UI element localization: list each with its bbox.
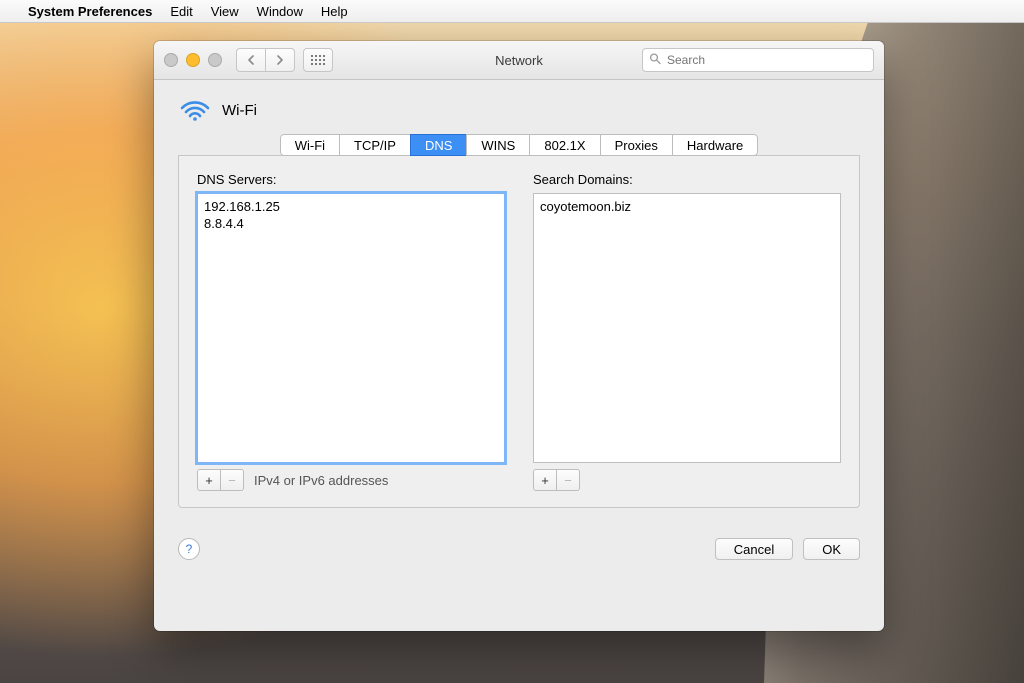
tab-proxies[interactable]: Proxies bbox=[600, 134, 672, 156]
search-wrap bbox=[642, 48, 874, 72]
tab-panel-dns: DNS Servers: 192.168.1.25 8.8.4.4 + − IP… bbox=[178, 155, 860, 508]
minus-icon: − bbox=[564, 473, 572, 488]
traffic-lights bbox=[164, 53, 222, 67]
add-dns-server-button[interactable]: + bbox=[197, 469, 221, 491]
tab-dns[interactable]: DNS bbox=[410, 134, 466, 156]
menubar-item-window[interactable]: Window bbox=[257, 4, 303, 19]
show-all-button[interactable] bbox=[303, 48, 333, 72]
interface-header: Wi-Fi bbox=[178, 98, 860, 134]
window-titlebar: Network bbox=[154, 41, 884, 80]
menubar-app-name[interactable]: System Preferences bbox=[28, 4, 152, 19]
list-item[interactable]: coyotemoon.biz bbox=[540, 198, 834, 215]
tab-tcpip[interactable]: TCP/IP bbox=[339, 134, 410, 156]
dns-servers-column: DNS Servers: 192.168.1.25 8.8.4.4 + − IP… bbox=[197, 172, 505, 491]
menubar-item-edit[interactable]: Edit bbox=[170, 4, 192, 19]
list-item[interactable]: 8.8.4.4 bbox=[204, 215, 498, 232]
window-zoom-button[interactable] bbox=[208, 53, 222, 67]
window-network: Network Wi-Fi Wi-Fi TCP/IP bbox=[154, 41, 884, 631]
cancel-button[interactable]: Cancel bbox=[715, 538, 793, 560]
plus-icon: + bbox=[541, 473, 549, 488]
remove-search-domain-button[interactable]: − bbox=[557, 469, 580, 491]
tabbar: Wi-Fi TCP/IP DNS WINS 802.1X Proxies Har… bbox=[178, 134, 860, 156]
menubar: System Preferences Edit View Window Help bbox=[0, 0, 1024, 23]
help-icon: ? bbox=[186, 542, 193, 556]
dns-servers-label: DNS Servers: bbox=[197, 172, 505, 187]
window-minimize-button[interactable] bbox=[186, 53, 200, 67]
interface-name: Wi-Fi bbox=[222, 102, 257, 119]
tab-wins[interactable]: WINS bbox=[466, 134, 529, 156]
window-close-button[interactable] bbox=[164, 53, 178, 67]
forward-button[interactable] bbox=[265, 48, 295, 72]
plus-icon: + bbox=[205, 473, 213, 488]
wifi-icon bbox=[180, 98, 210, 122]
list-item[interactable]: 192.168.1.25 bbox=[204, 198, 498, 215]
search-domains-list[interactable]: coyotemoon.biz bbox=[533, 193, 841, 463]
window-footer: ? Cancel OK bbox=[154, 524, 884, 560]
remove-dns-server-button[interactable]: − bbox=[221, 469, 244, 491]
menubar-item-view[interactable]: View bbox=[211, 4, 239, 19]
ok-button[interactable]: OK bbox=[803, 538, 860, 560]
help-button[interactable]: ? bbox=[178, 538, 200, 560]
add-search-domain-button[interactable]: + bbox=[533, 469, 557, 491]
tab-8021x[interactable]: 802.1X bbox=[529, 134, 599, 156]
tab-wifi[interactable]: Wi-Fi bbox=[280, 134, 339, 156]
search-domains-label: Search Domains: bbox=[533, 172, 841, 187]
toolbar-nav bbox=[236, 48, 295, 72]
tab-hardware[interactable]: Hardware bbox=[672, 134, 758, 156]
dns-servers-list[interactable]: 192.168.1.25 8.8.4.4 bbox=[197, 193, 505, 463]
dns-servers-hint: IPv4 or IPv6 addresses bbox=[254, 473, 388, 488]
menubar-item-help[interactable]: Help bbox=[321, 4, 348, 19]
window-content: Wi-Fi Wi-Fi TCP/IP DNS WINS 802.1X Proxi… bbox=[154, 80, 884, 524]
search-input[interactable] bbox=[642, 48, 874, 72]
back-button[interactable] bbox=[236, 48, 265, 72]
search-domains-column: Search Domains: coyotemoon.biz + − bbox=[533, 172, 841, 491]
dns-servers-controls: + − IPv4 or IPv6 addresses bbox=[197, 469, 505, 491]
minus-icon: − bbox=[228, 473, 236, 488]
search-domains-controls: + − bbox=[533, 469, 841, 491]
